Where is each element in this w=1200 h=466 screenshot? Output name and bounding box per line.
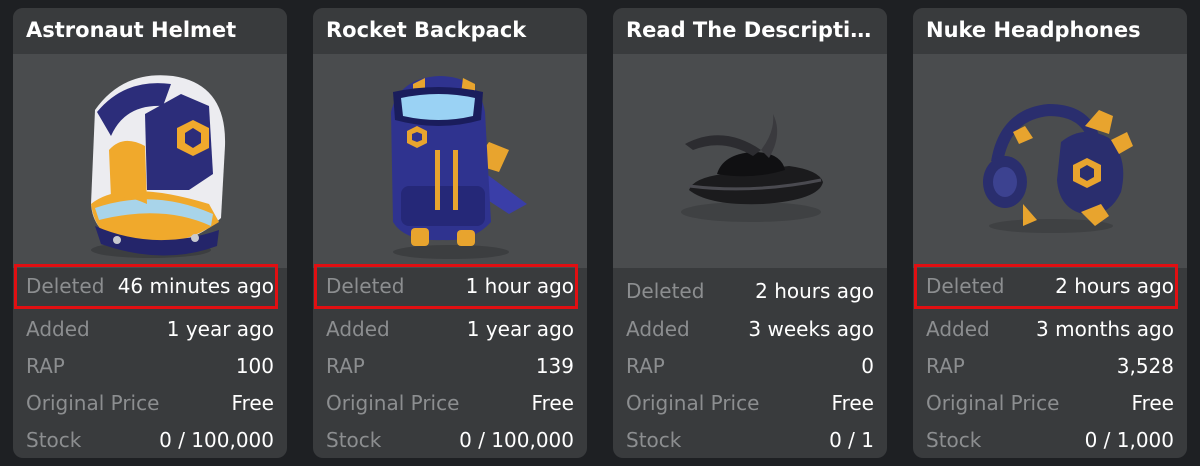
added-row: Added 3 months ago <box>926 312 1174 346</box>
rap-value: 100 <box>235 354 274 378</box>
rap-label: RAP <box>926 354 965 378</box>
rap-label: RAP <box>26 354 65 378</box>
rap-value: 0 <box>861 354 874 378</box>
deleted-value: 1 hour ago <box>465 274 574 298</box>
added-value: 3 months ago <box>1036 317 1174 341</box>
added-value: 1 year ago <box>166 317 274 341</box>
item-title[interactable]: Rocket Backpack <box>313 8 587 54</box>
item-card[interactable]: Astronaut Helmet Deleted 46 minutes ago … <box>13 8 287 458</box>
item-card[interactable]: Nuke Headphones Deleted 2 hours ago Adde… <box>913 8 1187 458</box>
rap-row: RAP 0 <box>626 349 874 383</box>
item-card[interactable]: Rocket Backpack Deleted 1 hour ago Added… <box>313 8 587 458</box>
deleted-row: Deleted 2 hours ago <box>626 274 874 308</box>
item-thumbnail[interactable] <box>13 54 287 268</box>
stock-row: Stock 0 / 100,000 <box>326 423 574 457</box>
rap-row: RAP 3,528 <box>926 349 1174 383</box>
original-price-row: Original Price Free <box>626 386 874 420</box>
item-title[interactable]: Astronaut Helmet <box>13 8 287 54</box>
original-price-label: Original Price <box>626 391 760 415</box>
rap-value: 3,528 <box>1116 354 1174 378</box>
original-price-value: Free <box>231 391 274 415</box>
deleted-label: Deleted <box>926 274 1005 298</box>
added-label: Added <box>26 317 90 341</box>
added-row: Added 1 year ago <box>326 312 574 346</box>
original-price-label: Original Price <box>26 391 160 415</box>
stock-row: Stock 0 / 1 <box>626 423 874 457</box>
stock-label: Stock <box>926 428 982 452</box>
rap-row: RAP 100 <box>26 349 274 383</box>
original-price-value: Free <box>831 391 874 415</box>
added-value: 1 year ago <box>466 317 574 341</box>
stock-value: 0 / 100,000 <box>459 428 574 452</box>
original-price-label: Original Price <box>926 391 1060 415</box>
deleted-row: Deleted 46 minutes ago <box>26 269 274 303</box>
rap-value: 139 <box>535 354 574 378</box>
added-row: Added 3 weeks ago <box>626 312 874 346</box>
stock-value: 0 / 1,000 <box>1084 428 1174 452</box>
deleted-label: Deleted <box>26 274 105 298</box>
deleted-label: Deleted <box>626 279 705 303</box>
astronaut-helmet-icon <box>91 75 226 258</box>
original-price-row: Original Price Free <box>326 386 574 420</box>
added-label: Added <box>926 317 990 341</box>
stock-value: 0 / 1 <box>829 428 874 452</box>
added-label: Added <box>326 317 390 341</box>
deleted-row: Deleted 1 hour ago <box>326 269 574 303</box>
original-price-row: Original Price Free <box>26 386 274 420</box>
added-label: Added <box>626 317 690 341</box>
rap-label: RAP <box>326 354 365 378</box>
fedora-hat-icon <box>681 114 823 222</box>
headphones-icon <box>983 103 1133 233</box>
stock-label: Stock <box>326 428 382 452</box>
original-price-value: Free <box>531 391 574 415</box>
original-price-row: Original Price Free <box>926 386 1174 420</box>
item-thumbnail[interactable] <box>913 54 1187 268</box>
rap-row: RAP 139 <box>326 349 574 383</box>
stock-row: Stock 0 / 1,000 <box>926 423 1174 457</box>
item-card[interactable]: Read The Descriptio... Deleted 2 hours a… <box>613 8 887 458</box>
item-thumbnail[interactable] <box>313 54 587 268</box>
deleted-label: Deleted <box>326 274 405 298</box>
original-price-label: Original Price <box>326 391 460 415</box>
rocket-backpack-icon <box>391 76 527 259</box>
deleted-value: 2 hours ago <box>755 279 874 303</box>
deleted-row: Deleted 2 hours ago <box>926 269 1174 303</box>
stock-value: 0 / 100,000 <box>159 428 274 452</box>
added-value: 3 weeks ago <box>748 317 874 341</box>
added-row: Added 1 year ago <box>26 312 274 346</box>
deleted-value: 46 minutes ago <box>117 274 274 298</box>
stock-row: Stock 0 / 100,000 <box>26 423 274 457</box>
item-title[interactable]: Nuke Headphones <box>913 8 1187 54</box>
stock-label: Stock <box>626 428 682 452</box>
rap-label: RAP <box>626 354 665 378</box>
item-thumbnail[interactable] <box>613 54 887 268</box>
original-price-value: Free <box>1131 391 1174 415</box>
stock-label: Stock <box>26 428 82 452</box>
item-grid: Astronaut Helmet Deleted 46 minutes ago … <box>0 0 1200 466</box>
deleted-value: 2 hours ago <box>1055 274 1174 298</box>
item-title[interactable]: Read The Descriptio... <box>613 8 887 54</box>
